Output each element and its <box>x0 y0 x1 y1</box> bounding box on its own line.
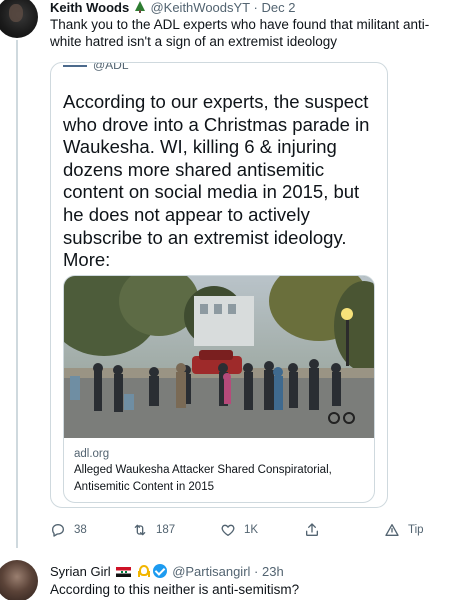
retweet-count: 187 <box>156 524 176 536</box>
tweet-text: Thank you to the ADL experts who have fo… <box>50 17 430 49</box>
heart-icon <box>221 524 235 536</box>
share-button[interactable] <box>304 522 328 538</box>
retweet-icon <box>134 524 146 536</box>
tip-label: Tip <box>408 524 424 536</box>
quoted-tweet-text: According to our experts, the suspect wh… <box>63 91 370 271</box>
reply-button[interactable]: 38 <box>50 522 87 538</box>
reply-tweet-text: According to this neither is anti-semiti… <box>50 582 300 597</box>
link-title-line-1: Alleged Waukesha Attacker Shared Conspir… <box>74 464 332 476</box>
reply-tweet-date[interactable]: 23h <box>262 564 284 579</box>
quoted-tweet-card[interactable]: @ADL According to our experts, the suspe… <box>50 62 388 508</box>
thread-connector-line <box>16 40 18 548</box>
reply-header-separator: · <box>254 564 259 579</box>
tweet-header: Keith Woods @KeithWoodsYT · Dec 2 <box>50 0 295 15</box>
syria-flag-icon <box>116 567 132 577</box>
keith-woods-avatar[interactable] <box>0 0 38 38</box>
reply-author-handle[interactable]: @Partisangirl <box>172 564 250 579</box>
reply-tweet-header: Syrian Girl @Partisangirl · 23h <box>50 564 284 579</box>
link-title-line-2: Antisemitic Content in 2015 <box>74 481 214 493</box>
link-domain: adl.org <box>74 448 110 460</box>
syrian-girl-avatar[interactable] <box>0 560 38 600</box>
reply-author-name[interactable]: Syrian Girl <box>50 564 111 579</box>
link-preview-image <box>64 276 374 438</box>
retweet-button[interactable]: 187 <box>132 522 175 538</box>
verified-icon <box>152 564 167 578</box>
link-preview-card[interactable]: adl.org Alleged Waukesha Attacker Shared… <box>63 275 375 503</box>
reply-icon <box>52 524 64 537</box>
reply-count: 38 <box>74 524 87 536</box>
christmas-tree-icon <box>134 1 145 13</box>
link-preview-meta: adl.org Alleged Waukesha Attacker Shared… <box>74 446 364 496</box>
share-icon <box>306 523 318 536</box>
author-name[interactable]: Keith Woods <box>50 0 129 15</box>
like-button[interactable]: 1K <box>220 522 258 538</box>
author-handle[interactable]: @KeithWoodsYT <box>150 0 249 15</box>
tweet-date[interactable]: Dec 2 <box>261 0 295 15</box>
like-count: 1K <box>244 524 259 536</box>
tweet-action-bar: 38 187 1K Tip <box>50 522 450 542</box>
ribbon-icon <box>137 565 149 577</box>
tip-button[interactable]: Tip <box>384 522 424 538</box>
header-separator: · <box>253 0 258 15</box>
quoted-handle: @ADL <box>93 62 129 72</box>
tip-icon <box>385 524 399 536</box>
adl-logo-icon <box>63 63 87 67</box>
